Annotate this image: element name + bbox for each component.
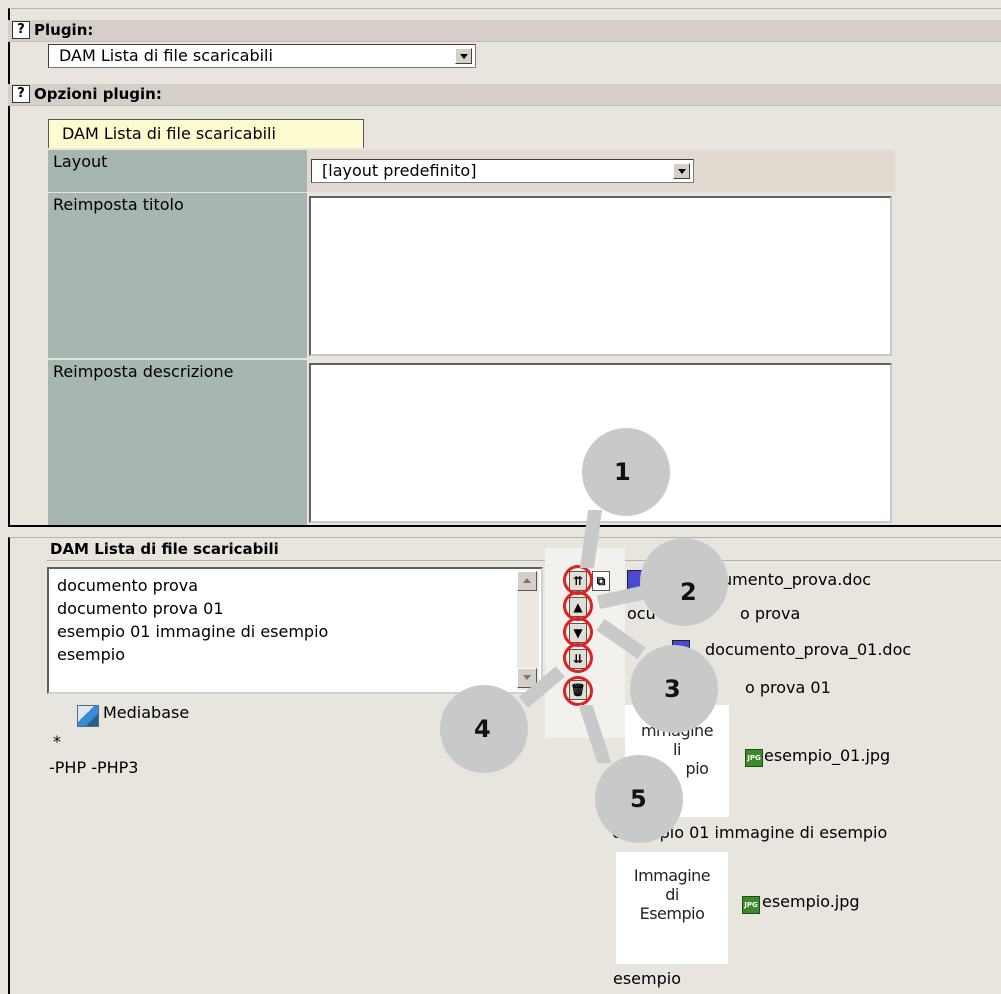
- file-name[interactable]: umento_prova.doc: [722, 570, 871, 589]
- asterisk-text: *: [53, 732, 61, 751]
- file-caption: o prova: [740, 604, 801, 623]
- list-item[interactable]: documento prova: [57, 574, 328, 597]
- callout-number: 5: [630, 785, 647, 813]
- plugin-select-value: DAM Lista di file scaricabili: [59, 46, 273, 65]
- mediabase-link[interactable]: Mediabase: [103, 703, 189, 722]
- options-header: ? Opzioni plugin:: [8, 84, 1001, 106]
- divider: [8, 525, 1001, 527]
- file-name[interactable]: esempio.jpg: [762, 892, 860, 911]
- description-label: Reimposta descrizione: [48, 360, 307, 525]
- plugin-header: ? Plugin:: [8, 20, 1001, 42]
- highlight-ring: [563, 676, 593, 706]
- file-caption: o prova 01: [745, 678, 831, 697]
- plugin-label: Plugin:: [34, 21, 94, 39]
- plugin-select[interactable]: DAM Lista di file scaricabili: [48, 44, 476, 68]
- listbox-scrollbar[interactable]: [517, 571, 539, 690]
- scroll-up-button[interactable]: [517, 571, 537, 591]
- layout-select-value: [layout predefinito]: [322, 161, 477, 180]
- callout-number: 2: [680, 578, 697, 606]
- jpg-file-icon: JPG: [745, 749, 763, 767]
- options-label: Opzioni plugin:: [34, 85, 162, 103]
- file-caption: mpio 01 immagine di esempio: [644, 823, 888, 842]
- layout-select[interactable]: [layout predefinito]: [311, 159, 694, 183]
- file-listbox[interactable]: documento prova documento prova 01 esemp…: [47, 567, 543, 694]
- divider: [47, 560, 1001, 561]
- callout-number: 1: [614, 458, 631, 486]
- mediabase-icon[interactable]: [77, 705, 99, 727]
- highlight-ring: [563, 643, 593, 673]
- open-icon[interactable]: ⧉: [592, 571, 610, 591]
- list-item[interactable]: esempio 01 immagine di esempio: [57, 620, 328, 643]
- file-name[interactable]: esempio_01.jpg: [764, 746, 890, 765]
- thumbnail-image[interactable]: Immagine di Esempio: [616, 852, 728, 964]
- extensions-text: -PHP -PHP3: [49, 758, 139, 777]
- title-textarea[interactable]: [309, 196, 892, 356]
- file-name[interactable]: documento_prova_01.doc: [705, 640, 911, 659]
- help-icon[interactable]: ?: [12, 85, 30, 103]
- list-item[interactable]: esempio: [57, 643, 328, 666]
- tab-dam-list[interactable]: DAM Lista di file scaricabili: [48, 119, 364, 148]
- jpg-file-icon: JPG: [742, 896, 760, 914]
- file-caption: esempio: [613, 969, 681, 988]
- callout-number: 4: [474, 715, 491, 743]
- title-label: Reimposta titolo: [48, 193, 307, 358]
- chevron-down-icon[interactable]: [455, 48, 472, 64]
- files-section-title: DAM Lista di file scaricabili: [50, 540, 279, 558]
- chevron-down-icon[interactable]: [673, 163, 690, 179]
- help-icon[interactable]: ?: [12, 21, 30, 39]
- layout-label: Layout: [48, 150, 307, 192]
- list-item[interactable]: documento prova 01: [57, 597, 328, 620]
- callout-number: 3: [664, 675, 681, 703]
